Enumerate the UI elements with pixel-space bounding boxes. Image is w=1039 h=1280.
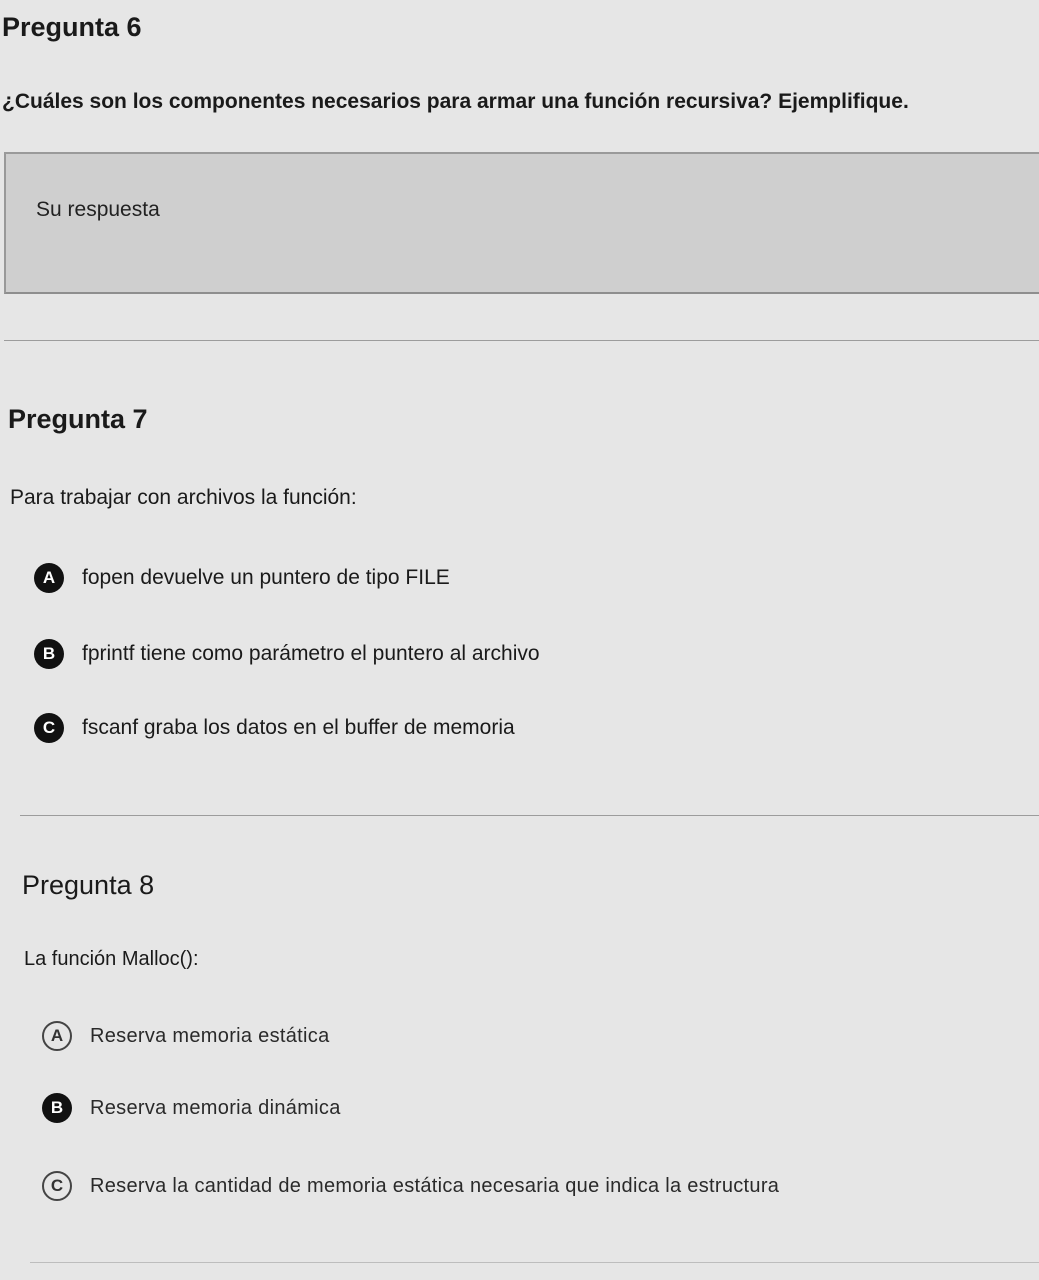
divider	[20, 815, 1039, 816]
question-8-text: La función Malloc():	[24, 948, 199, 970]
answer-textarea[interactable]: Su respuesta	[4, 152, 1039, 294]
q8-option-b[interactable]: B Reserva memoria dinámica	[42, 1093, 341, 1123]
option-c-text: Reserva la cantidad de memoria estática …	[90, 1174, 780, 1197]
question-8-title: Pregunta 8	[22, 870, 155, 900]
option-a-text: fopen devuelve un puntero de tipo FILE	[82, 566, 450, 589]
option-b-badge: B	[42, 1093, 72, 1123]
question-6-text: ¿Cuáles son los componentes necesarios p…	[2, 90, 909, 113]
option-c-text: fscanf graba los datos en el buffer de m…	[82, 716, 515, 739]
q8-option-a[interactable]: A Reserva memoria estática	[42, 1021, 330, 1051]
answer-placeholder: Su respuesta	[36, 198, 160, 221]
option-c-badge: C	[34, 713, 64, 743]
option-b-text: Reserva memoria dinámica	[90, 1096, 341, 1119]
divider	[30, 1262, 1039, 1263]
q7-option-a[interactable]: A fopen devuelve un puntero de tipo FILE	[34, 563, 450, 593]
option-c-badge: C	[42, 1171, 72, 1201]
divider	[4, 340, 1039, 341]
question-7-title: Pregunta 7	[8, 404, 148, 434]
option-b-text: fprintf tiene como parámetro el puntero …	[82, 642, 540, 665]
q8-option-c[interactable]: C Reserva la cantidad de memoria estátic…	[42, 1171, 779, 1201]
option-a-text: Reserva memoria estática	[90, 1024, 330, 1047]
question-7-text: Para trabajar con archivos la función:	[10, 486, 357, 509]
q7-option-b[interactable]: B fprintf tiene como parámetro el punter…	[34, 639, 540, 669]
question-6-title: Pregunta 6	[2, 12, 142, 42]
q7-option-c[interactable]: C fscanf graba los datos en el buffer de…	[34, 713, 515, 743]
option-b-badge: B	[34, 639, 64, 669]
option-a-badge: A	[34, 563, 64, 593]
quiz-page: Pregunta 6 ¿Cuáles son los componentes n…	[0, 0, 1039, 1280]
option-a-badge: A	[42, 1021, 72, 1051]
